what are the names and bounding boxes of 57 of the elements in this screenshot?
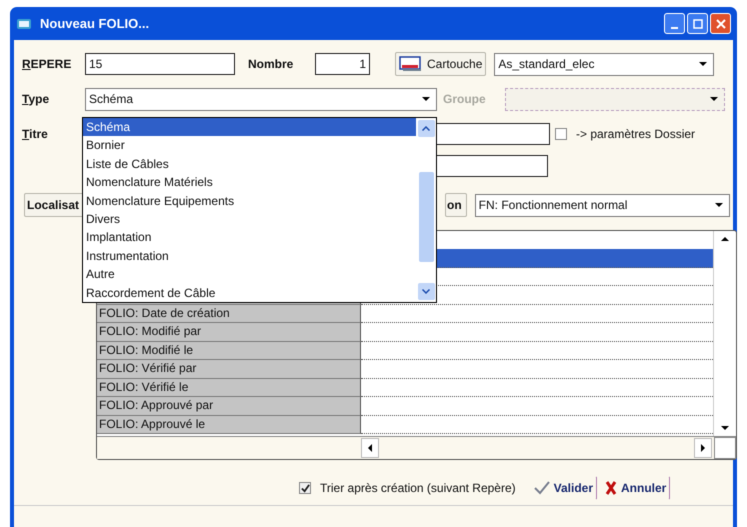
maximize-button[interactable]	[687, 13, 708, 34]
groupe-dropdown[interactable]	[505, 88, 725, 110]
dropdown-option[interactable]: Implantation	[83, 228, 416, 247]
table-cell: FOLIO: Vérifié par	[97, 360, 361, 378]
dropdown-option[interactable]: Bornier	[83, 136, 416, 155]
minimize-button[interactable]	[664, 13, 685, 34]
repere-field[interactable]: 15	[85, 53, 235, 75]
dropdown-option[interactable]: Autre	[83, 265, 416, 284]
fonction-dropdown[interactable]: FN: Fonctionnement normal	[474, 194, 730, 216]
table-cell: FOLIO: Modifié par	[97, 323, 361, 342]
action-button[interactable]: Annuler	[601, 476, 670, 500]
dropdown-arrow-icon	[714, 203, 723, 207]
check-icon	[534, 481, 550, 495]
table-cell: FOLIO: Modifié le	[97, 342, 361, 360]
nombre-field[interactable]: 1	[315, 53, 370, 75]
scroll-down-icon	[721, 426, 729, 430]
checkbox[interactable]	[299, 482, 311, 494]
action-button[interactable]: Valider	[530, 476, 597, 500]
dropdown-option[interactable]: Schéma	[83, 118, 416, 136]
fonction-button[interactable]: on	[445, 193, 467, 217]
dropdown-option[interactable]: Liste de Câbles	[83, 154, 416, 174]
cartouche-dropdown[interactable]: As_standard_elec	[494, 52, 714, 76]
table-cell: FOLIO: Vérifié le	[97, 378, 361, 397]
scroll-up-icon	[422, 126, 430, 131]
scroll-up-icon	[721, 237, 729, 241]
table-cell: FOLIO: Approuvé par	[97, 397, 361, 416]
maximize-icon	[692, 18, 702, 28]
close-button[interactable]	[710, 13, 731, 34]
size-grip[interactable]	[714, 437, 736, 459]
checkbox[interactable]	[555, 128, 567, 140]
close-icon	[716, 18, 726, 28]
dropdown-arrow-icon	[699, 62, 708, 66]
checkbox-label: Trier après création (suivant Repère)	[320, 481, 516, 495]
dropdown-option[interactable]: Nomenclature Matériels	[83, 173, 416, 192]
dropdown-arrow-icon	[710, 97, 718, 101]
monitor-icon	[399, 56, 423, 72]
scroll-right-icon	[701, 444, 705, 452]
scroll-down-icon	[422, 289, 430, 294]
scroll-left-icon	[368, 444, 372, 452]
dropdown-arrow-icon	[422, 97, 430, 101]
minimize-icon	[671, 26, 678, 28]
field-label: Type	[22, 92, 50, 106]
field-label: REPERE	[22, 57, 72, 71]
table-cell: FOLIO: Date de création	[97, 304, 361, 323]
dropdown-option[interactable]: Raccordement de Câble	[83, 284, 416, 302]
scrollbar[interactable]	[97, 436, 736, 459]
type-dropdown[interactable]: Schéma	[85, 88, 437, 110]
window-title: Nouveau FOLIO...	[40, 16, 150, 31]
dropdown-option[interactable]: Instrumentation	[83, 246, 416, 266]
cartouche-button[interactable]: Cartouche	[395, 52, 486, 76]
field-label: Groupe	[443, 92, 487, 106]
field-label: Nombre	[248, 57, 294, 71]
checkbox-label: -> paramètres Dossier	[576, 127, 696, 141]
scrollbar[interactable]	[416, 118, 436, 302]
table-cell: FOLIO: Approuvé le	[97, 416, 361, 434]
field-label: Titre	[22, 127, 49, 141]
cross-icon	[605, 481, 617, 495]
